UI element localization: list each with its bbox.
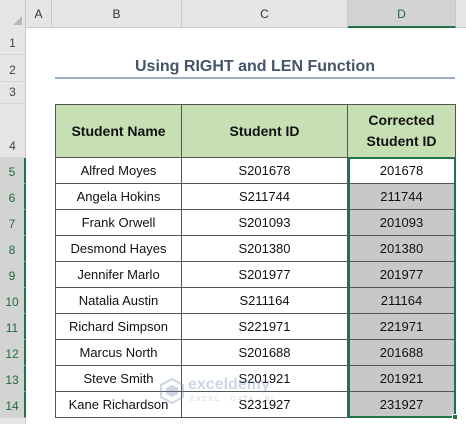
select-all-triangle-icon — [13, 16, 22, 25]
row-number: 11 — [5, 321, 19, 335]
watermark-tagline: EXCEL · DATA · BI — [190, 396, 275, 403]
column-header-bar: A B C D — [0, 0, 466, 28]
cell-corrected-student-id[interactable]: 211164 — [348, 288, 456, 314]
cell-corrected-student-id[interactable]: 201688 — [348, 340, 456, 366]
cell-corrected-student-id[interactable]: 201093 — [348, 210, 456, 236]
row-number: 12 — [5, 347, 19, 361]
row-number: 1 — [9, 36, 16, 50]
row-header-5[interactable]: 5 — [0, 158, 26, 184]
cell-student-id[interactable]: S201977 — [182, 262, 348, 288]
row-number: 8 — [8, 243, 16, 257]
row-number: 2 — [9, 63, 16, 77]
cell-corrected-student-id[interactable]: 201678 — [348, 158, 456, 184]
row-number: 7 — [8, 217, 16, 231]
row-number: 14 — [5, 399, 19, 413]
row-header-3[interactable]: 3 — [0, 82, 26, 104]
cell-student-name[interactable]: Angela Hokins — [55, 184, 182, 210]
cell-student-name[interactable]: Alfred Moyes — [55, 158, 182, 184]
row-header-9[interactable]: 9 — [0, 262, 26, 288]
header-corrected-student-id[interactable]: Corrected Student ID — [348, 104, 456, 158]
header-student-id[interactable]: Student ID — [182, 104, 348, 158]
column-header-b[interactable]: B — [52, 0, 182, 28]
row-header-12[interactable]: 12 — [0, 340, 26, 366]
row-number: 9 — [8, 269, 16, 283]
row-header-14[interactable]: 14 — [0, 392, 26, 418]
row-number: 13 — [5, 373, 19, 387]
row-header-4[interactable]: 4 — [0, 104, 26, 158]
title-underline — [55, 77, 455, 79]
row-header-1[interactable]: 1 — [0, 28, 26, 55]
watermark-name: exceldemy — [188, 376, 270, 393]
row-header-13[interactable]: 13 — [0, 366, 26, 392]
column-header-d[interactable]: D — [348, 0, 456, 28]
row-header-10[interactable]: 10 — [0, 288, 26, 314]
row-header-8[interactable]: 8 — [0, 236, 26, 262]
cell-corrected-student-id[interactable]: 201977 — [348, 262, 456, 288]
row-number: 5 — [8, 165, 16, 179]
row-number: 10 — [5, 295, 19, 309]
cell-student-id[interactable]: S201380 — [182, 236, 348, 262]
cell-student-name[interactable]: Richard Simpson — [55, 314, 182, 340]
cell-student-id[interactable]: S211744 — [182, 184, 348, 210]
row-number: 6 — [8, 191, 16, 205]
row-header-7[interactable]: 7 — [0, 210, 26, 236]
cell-student-id[interactable]: S201678 — [182, 158, 348, 184]
row-number: 3 — [9, 85, 16, 99]
header-student-name[interactable]: Student Name — [55, 104, 182, 158]
cell-corrected-student-id[interactable]: 221971 — [348, 314, 456, 340]
select-all-button[interactable] — [0, 0, 26, 28]
cell-corrected-student-id[interactable]: 211744 — [348, 184, 456, 210]
cell-corrected-student-id[interactable]: 201921 — [348, 366, 456, 392]
cell-student-name[interactable]: Marcus North — [55, 340, 182, 366]
watermark: exceldemy EXCEL · DATA · BI — [160, 374, 330, 414]
column-header-c[interactable]: C — [182, 0, 348, 28]
fill-handle[interactable] — [452, 414, 458, 420]
cell-corrected-student-id[interactable]: 231927 — [348, 392, 456, 418]
row-header-11[interactable]: 11 — [0, 314, 26, 340]
row-header-15-partial[interactable] — [0, 418, 26, 424]
row-header-6[interactable]: 6 — [0, 184, 26, 210]
cell-student-id[interactable]: S201093 — [182, 210, 348, 236]
cell-student-name[interactable]: Natalia Austin — [55, 288, 182, 314]
cell-student-id[interactable]: S221971 — [182, 314, 348, 340]
row-header-2[interactable]: 2 — [0, 55, 26, 82]
cell-corrected-student-id[interactable]: 201380 — [348, 236, 456, 262]
cell-student-id[interactable]: S211164 — [182, 288, 348, 314]
row-number: 4 — [9, 139, 16, 153]
exceldemy-logo-icon — [160, 378, 184, 404]
cell-student-id[interactable]: S201688 — [182, 340, 348, 366]
column-header-a[interactable]: A — [26, 0, 52, 28]
cell-student-name[interactable]: Frank Orwell — [55, 210, 182, 236]
cell-student-name[interactable]: Jennifer Marlo — [55, 262, 182, 288]
cell-student-name[interactable]: Desmond Hayes — [55, 236, 182, 262]
